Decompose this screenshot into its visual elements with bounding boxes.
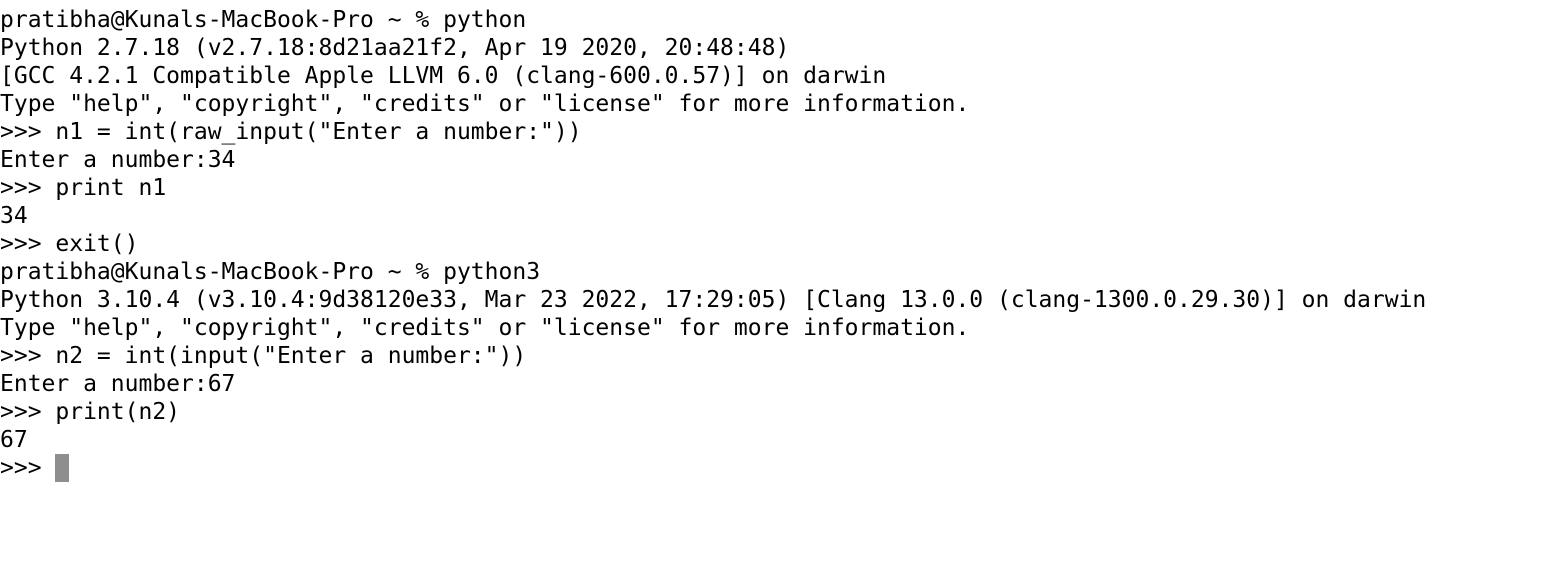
shell-command-line: pratibha@Kunals-MacBook-Pro ~ % python3 [0, 259, 541, 285]
text-cursor [55, 454, 70, 482]
compiler-info-line: [GCC 4.2.1 Compatible Apple LLVM 6.0 (cl… [0, 63, 887, 89]
program-output-line: Enter a number:67 [0, 371, 236, 397]
program-output-line: 34 [0, 203, 28, 229]
help-info-line: Type "help", "copyright", "credits" or "… [0, 315, 970, 341]
python-input-line: >>> exit() [0, 231, 139, 257]
terminal-output[interactable]: pratibha@Kunals-MacBook-Pro ~ % python P… [0, 6, 1564, 584]
help-info-line: Type "help", "copyright", "credits" or "… [0, 91, 970, 117]
shell-command-line: pratibha@Kunals-MacBook-Pro ~ % python [0, 7, 527, 33]
python-version-line: Python 2.7.18 (v2.7.18:8d21aa21f2, Apr 1… [0, 35, 790, 61]
program-output-line: Enter a number:34 [0, 147, 236, 173]
python-input-line: >>> print(n2) [0, 399, 181, 425]
python-input-line: >>> print n1 [0, 175, 167, 201]
python-version-line: Python 3.10.4 (v3.10.4:9d38120e33, Mar 2… [0, 287, 1427, 313]
python-input-line: >>> n2 = int(input("Enter a number:")) [0, 343, 527, 369]
program-output-line: 67 [0, 427, 28, 453]
python-input-line: >>> n1 = int(raw_input("Enter a number:"… [0, 119, 582, 145]
active-prompt-line[interactable]: >>> [0, 454, 1564, 482]
python-prompt: >>> [0, 455, 56, 481]
